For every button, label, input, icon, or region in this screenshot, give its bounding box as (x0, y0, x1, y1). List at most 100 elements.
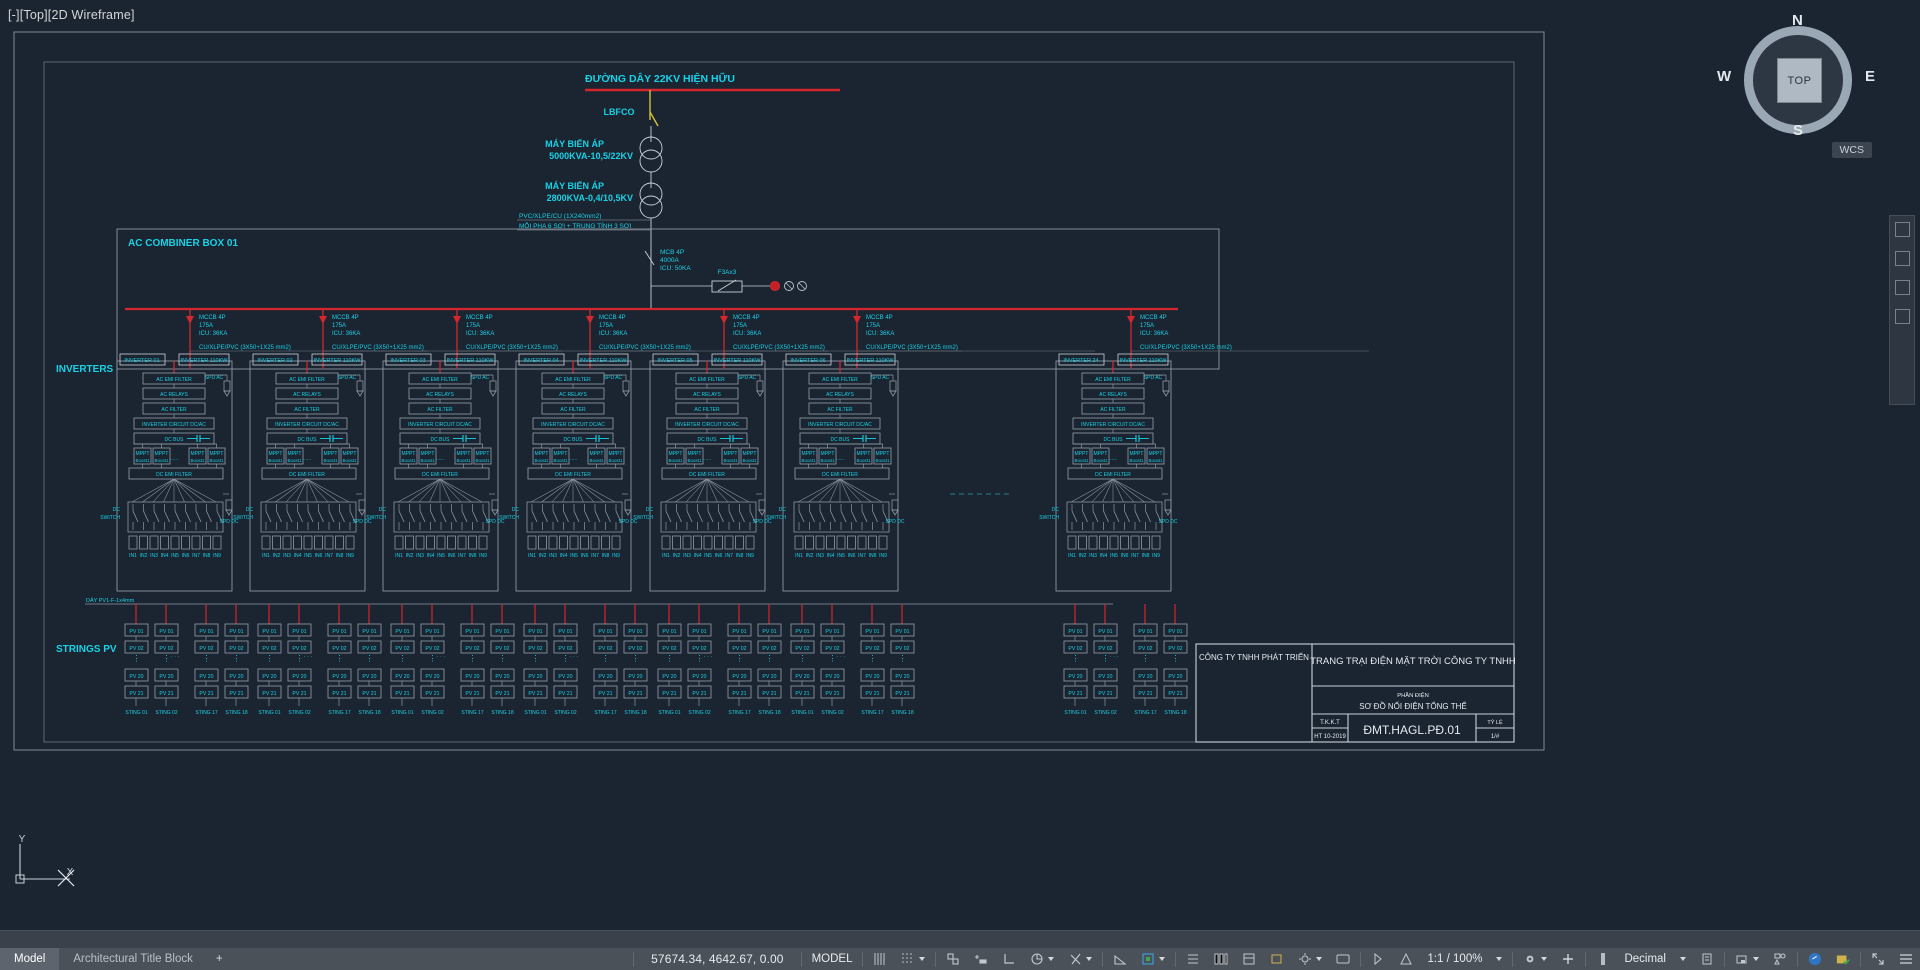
transparency-icon[interactable] (1134, 948, 1172, 970)
add-button-icon[interactable] (1554, 948, 1582, 970)
hardware-accel-icon[interactable] (1329, 948, 1357, 970)
tab-model[interactable]: Model (0, 948, 60, 970)
isolate-shapes-icon[interactable] (1766, 948, 1794, 970)
annotation-scale-value[interactable]: 1:1 / 100% (1420, 948, 1489, 970)
spd-ac-arrow (356, 390, 364, 397)
drawing-canvas[interactable]: ĐƯỜNG DÂY 22KV HIỆN HỮU LBFCO MÁY BIẾN ÁP 5… (0, 24, 1920, 930)
select-cycling-icon[interactable] (1364, 948, 1392, 970)
wcs-selector[interactable]: WCS (1831, 142, 1872, 158)
label-project: TRANG TRẠI ĐIỆN MẶT TRỜI CÔNG TY TNHH (1310, 656, 1516, 667)
label-feeder-breaker-rating: 175A (332, 323, 346, 329)
annotation-monitor-icon[interactable] (1179, 948, 1207, 970)
spd-dc-arrow (491, 509, 499, 516)
label-tkkt: T.K.K.T (1320, 720, 1340, 726)
label-pv-module: PV 21 (362, 691, 376, 697)
ortho-mode-icon[interactable] (939, 948, 967, 970)
workspace-dropdown-caret[interactable] (1316, 957, 1323, 961)
showmotion-icon[interactable] (1894, 309, 1910, 324)
dc-input-terminal (714, 535, 723, 550)
snap-mode-icon[interactable] (894, 948, 932, 970)
customization-menu-icon[interactable] (1892, 948, 1920, 970)
label-pv-module: PV 02 (362, 646, 376, 652)
fullscreen-icon[interactable] (1864, 948, 1892, 970)
layer-list-icon[interactable] (1207, 948, 1235, 970)
label-spd-dc: SPD DC (886, 519, 905, 525)
label-string-name: STING 18 (225, 710, 247, 716)
view-cube-top-face[interactable]: TOP (1777, 58, 1822, 103)
transparency-dropdown-caret[interactable] (1159, 957, 1166, 961)
label-inverter-block: DC BUS (698, 437, 718, 443)
label-pv-module: PV 21 (332, 691, 346, 697)
clean-screen-toggle-icon[interactable] (1801, 948, 1829, 970)
label-dc-switch-line1: DC (246, 507, 254, 513)
object-snap-tracking-icon[interactable] (995, 948, 1023, 970)
polar-tracking-icon[interactable] (967, 948, 995, 970)
label-mppt-boost: Boost1 (190, 458, 205, 463)
add-layout-button[interactable]: + (207, 948, 232, 970)
label-pv-module: PV 21 (628, 691, 642, 697)
pv-series-ellipsis: ⋮ (829, 654, 837, 663)
pv-series-ellipsis: ⋮ (163, 654, 171, 663)
label-inverter-block: AC FILTER (1100, 407, 1126, 413)
tab-architectural-title-block[interactable]: Architectural Title Block (59, 948, 207, 970)
label-pv-module: PV 20 (199, 674, 213, 680)
label-feeder-cable: CU/XLPE/PVC (3X50+1X25 mm2) (599, 345, 691, 351)
view-cube[interactable]: TOP N S W E (1717, 12, 1875, 144)
workspace-icon[interactable] (1291, 948, 1329, 970)
zoom-icon[interactable] (1894, 251, 1910, 266)
dc-fanout-line (1091, 478, 1114, 503)
lineweight-icon[interactable] (1061, 948, 1099, 970)
label-mppt: MPPT (1130, 451, 1144, 457)
dc-input-terminal (149, 535, 159, 550)
label-pv-module: PV 21 (1138, 691, 1152, 697)
lock-dropdown-caret[interactable] (1753, 957, 1759, 961)
label-pv-module: PV 02 (229, 646, 243, 652)
drawing-status-icon[interactable] (1829, 948, 1857, 970)
lineweight-dropdown-caret[interactable] (1086, 957, 1093, 961)
navigation-bar[interactable] (1889, 215, 1915, 405)
settings-dropdown-caret[interactable] (1541, 957, 1548, 961)
label-pv-module: PV 02 (129, 646, 143, 652)
label-dc-input: IN6 (1121, 553, 1129, 559)
label-mppt-boost: Boost1 (323, 458, 338, 463)
label-mppt-ellipsis: ...... (1109, 456, 1117, 462)
label-string-name: STING 02 (1094, 710, 1116, 716)
coordinates-readout[interactable]: 57674.34, 4642.67, 0.00 (637, 952, 797, 966)
dc-fanout-line (439, 478, 451, 503)
orbit-icon[interactable] (1894, 280, 1910, 295)
properties-icon[interactable] (1235, 948, 1263, 970)
object-snap-icon[interactable] (1023, 948, 1061, 970)
dc-input-terminal (538, 535, 547, 550)
label-tx2-rating: 2800KVA-0,4/10,5KV (547, 193, 633, 203)
dynamic-input-icon[interactable] (1106, 948, 1134, 970)
main-mcb-symbol (644, 250, 655, 266)
label-inverter-block: AC FILTER (161, 407, 187, 413)
label-dc-input: IN2 (806, 553, 814, 559)
snap-dropdown-caret[interactable] (919, 957, 926, 961)
label-dc-input: IN6 (848, 553, 856, 559)
dc-fanout-line (808, 478, 841, 503)
model-space-button[interactable]: MODEL (805, 948, 860, 970)
pv-series-ellipsis: ⋮ (602, 654, 610, 663)
label-dc-input: IN1 (1068, 553, 1076, 559)
pan-icon[interactable] (1894, 222, 1910, 237)
lock-ui-icon[interactable] (1728, 948, 1766, 970)
settings-gear-icon[interactable] (1516, 948, 1554, 970)
osnap-dropdown-caret[interactable] (1048, 957, 1055, 961)
label-dc-input: IN5 (437, 553, 445, 559)
grid-display-icon[interactable] (866, 948, 894, 970)
annotation-scale-caret[interactable] (1489, 948, 1509, 970)
fuse-element (717, 279, 737, 292)
quick-properties-icon[interactable] (1693, 948, 1721, 970)
isolate-objects-icon[interactable] (1263, 948, 1291, 970)
label-pv-module: PV 02 (598, 646, 612, 652)
dc-switch-bank (393, 501, 490, 533)
label-string-name: STING 01 (258, 710, 280, 716)
annotation-scale-icon[interactable] (1392, 948, 1420, 970)
label-dc-input: IN4 (827, 553, 835, 559)
label-pv-module: PV 21 (692, 691, 706, 697)
spd-ac-body (223, 380, 231, 392)
units-value[interactable]: Decimal (1617, 948, 1673, 970)
units-dropdown-caret[interactable] (1673, 948, 1693, 970)
dc-input-terminal (805, 535, 814, 550)
